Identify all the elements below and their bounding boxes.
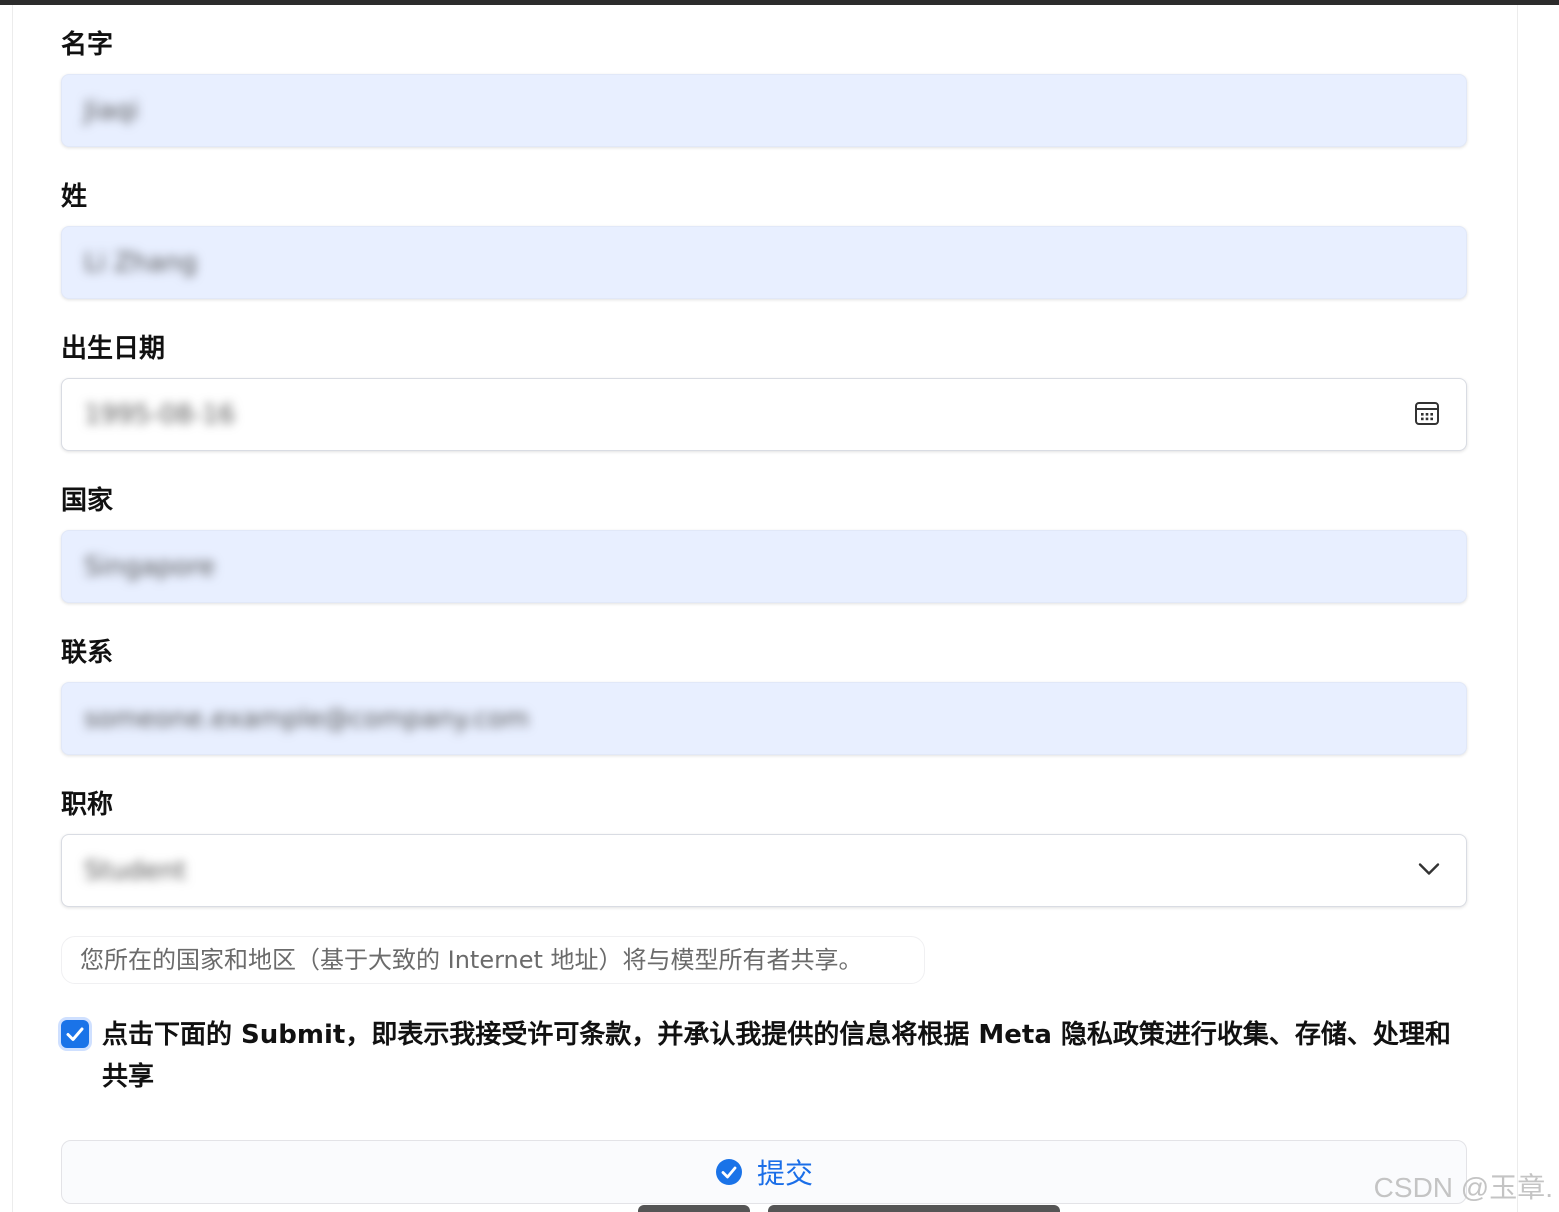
job-title-value: Student — [84, 855, 187, 886]
last-name-input[interactable]: Li Zhang — [61, 226, 1467, 299]
submit-button[interactable]: 提交 — [61, 1140, 1467, 1204]
country-label: 国家 — [61, 486, 114, 516]
checkmark-icon — [66, 1027, 84, 1041]
contact-input[interactable]: someone.example@company.com — [61, 682, 1467, 755]
country-input[interactable]: Singapore — [61, 530, 1467, 603]
job-title-label: 职称 — [61, 790, 114, 820]
first-name-value: Jiaqi — [84, 95, 139, 126]
last-name-value: Li Zhang — [84, 247, 198, 278]
consent-text: 点击下面的 Submit，即表示我接受许可条款，并承认我提供的信息将根据 Met… — [102, 1020, 1451, 1092]
page-left-border — [12, 5, 13, 1212]
bottom-tab-1[interactable] — [638, 1205, 750, 1212]
submit-label: 提交 — [756, 1157, 813, 1190]
check-circle-icon — [715, 1159, 742, 1185]
consent-checkbox[interactable] — [61, 1020, 89, 1048]
calendar-icon[interactable] — [1414, 400, 1440, 430]
country-sharing-notice: 您所在的国家和地区（基于大致的 Internet 地址）将与模型所有者共享。 — [61, 936, 925, 984]
window-top-bar — [0, 0, 1559, 5]
birth-date-input[interactable]: 1995-08-16 — [61, 378, 1467, 451]
watermark: CSDN @玉章. — [1373, 1172, 1553, 1203]
page-right-border — [1517, 5, 1518, 1212]
country-value: Singapore — [84, 551, 216, 582]
birth-date-label: 出生日期 — [61, 334, 166, 364]
bottom-tab-2[interactable] — [768, 1205, 1060, 1212]
job-title-select[interactable]: Student — [61, 834, 1467, 907]
chevron-down-icon[interactable] — [1418, 861, 1440, 880]
first-name-label: 名字 — [61, 30, 114, 60]
contact-value: someone.example@company.com — [84, 703, 530, 734]
last-name-label: 姓 — [61, 182, 88, 212]
first-name-input[interactable]: Jiaqi — [61, 74, 1467, 147]
contact-label: 联系 — [61, 638, 114, 668]
birth-date-value: 1995-08-16 — [84, 399, 236, 430]
